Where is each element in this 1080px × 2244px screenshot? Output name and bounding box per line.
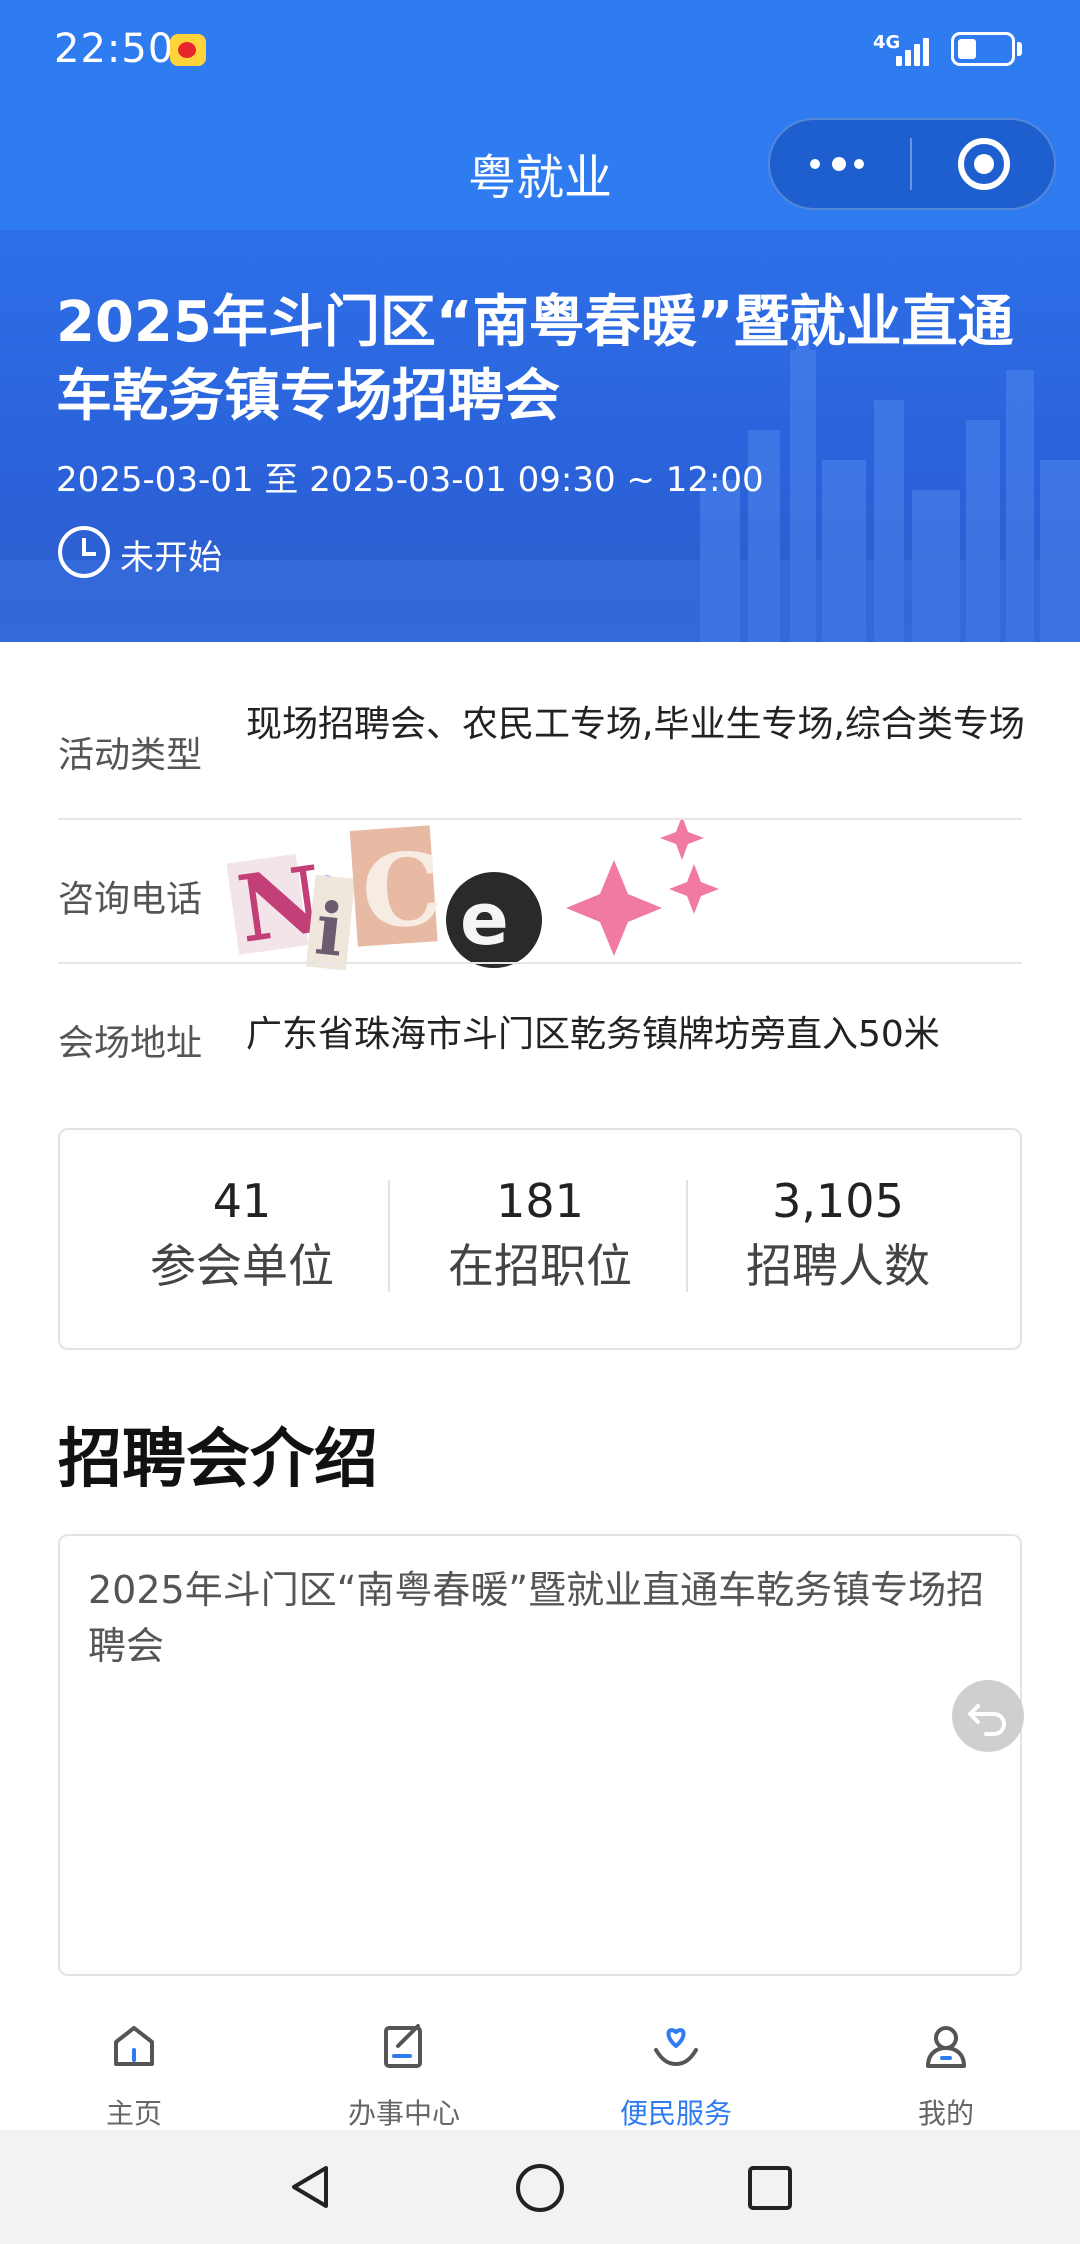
svg-text:C: C [358, 829, 446, 952]
back-arrow-icon [968, 1704, 1006, 1736]
address-value[interactable]: 广东省珠海市斗门区乾务镇牌坊旁直入50米 [246, 1012, 1026, 1058]
weibo-notification-icon [170, 34, 206, 66]
event-status: 未开始 [120, 538, 222, 578]
nav-label-profile: 我的 [917, 2097, 974, 2130]
clock-icon [58, 526, 110, 578]
status-time: 22:50 [54, 26, 175, 72]
more-options-icon[interactable] [810, 155, 870, 173]
address-label: 会场地址 [58, 1023, 203, 1064]
participating-units-count: 41 [212, 1174, 272, 1228]
open-positions-count: 181 [496, 1174, 584, 1228]
battery-cap [1017, 42, 1022, 56]
hiring-count-label: 招聘人数 [746, 1239, 930, 1293]
user-icon [926, 2026, 966, 2068]
capsule-divider [910, 138, 912, 190]
system-home-icon[interactable] [514, 2162, 566, 2214]
nav-label-convenience: 便民服务 [619, 2097, 732, 2130]
system-back-icon[interactable] [286, 2162, 336, 2212]
signal-strength-icon [896, 32, 936, 66]
home-icon [114, 2026, 154, 2066]
edit-icon [384, 2024, 422, 2068]
heart-hand-icon [654, 2028, 698, 2067]
intro-heading: 招聘会介绍 [58, 1423, 378, 1497]
event-date-range: 2025-03-01 至 2025-03-01 09:30 ~ 12:00 [56, 460, 764, 500]
back-floating-button[interactable] [952, 1680, 1024, 1752]
nav-label-home: 主页 [105, 2097, 162, 2130]
nice-sticker: N i C e [226, 820, 719, 973]
hiring-count: 3,105 [772, 1174, 904, 1228]
open-positions-label: 在招职位 [448, 1239, 632, 1293]
battery-level [958, 39, 976, 59]
intro-text: 2025年斗门区“南粤春暖”暨就业直通车乾务镇专场招聘会 [88, 1568, 985, 1668]
svg-text:e: e [460, 877, 509, 961]
close-miniprogram-icon[interactable] [958, 138, 1010, 190]
nav-label-service-center: 办事中心 [347, 2097, 460, 2130]
event-title: 2025年斗门区“南粤春暖”暨就业直通车乾务镇专场招聘会 [56, 290, 1014, 429]
activity-type-label: 活动类型 [58, 735, 203, 776]
participating-units-label: 参会单位 [150, 1239, 334, 1293]
phone-label: 咨询电话 [58, 879, 203, 920]
system-recents-icon[interactable] [746, 2164, 794, 2212]
activity-type-value: 现场招聘会、农民工专场,毕业生专场,综合类专场 [246, 704, 1025, 745]
divider [58, 962, 1022, 964]
